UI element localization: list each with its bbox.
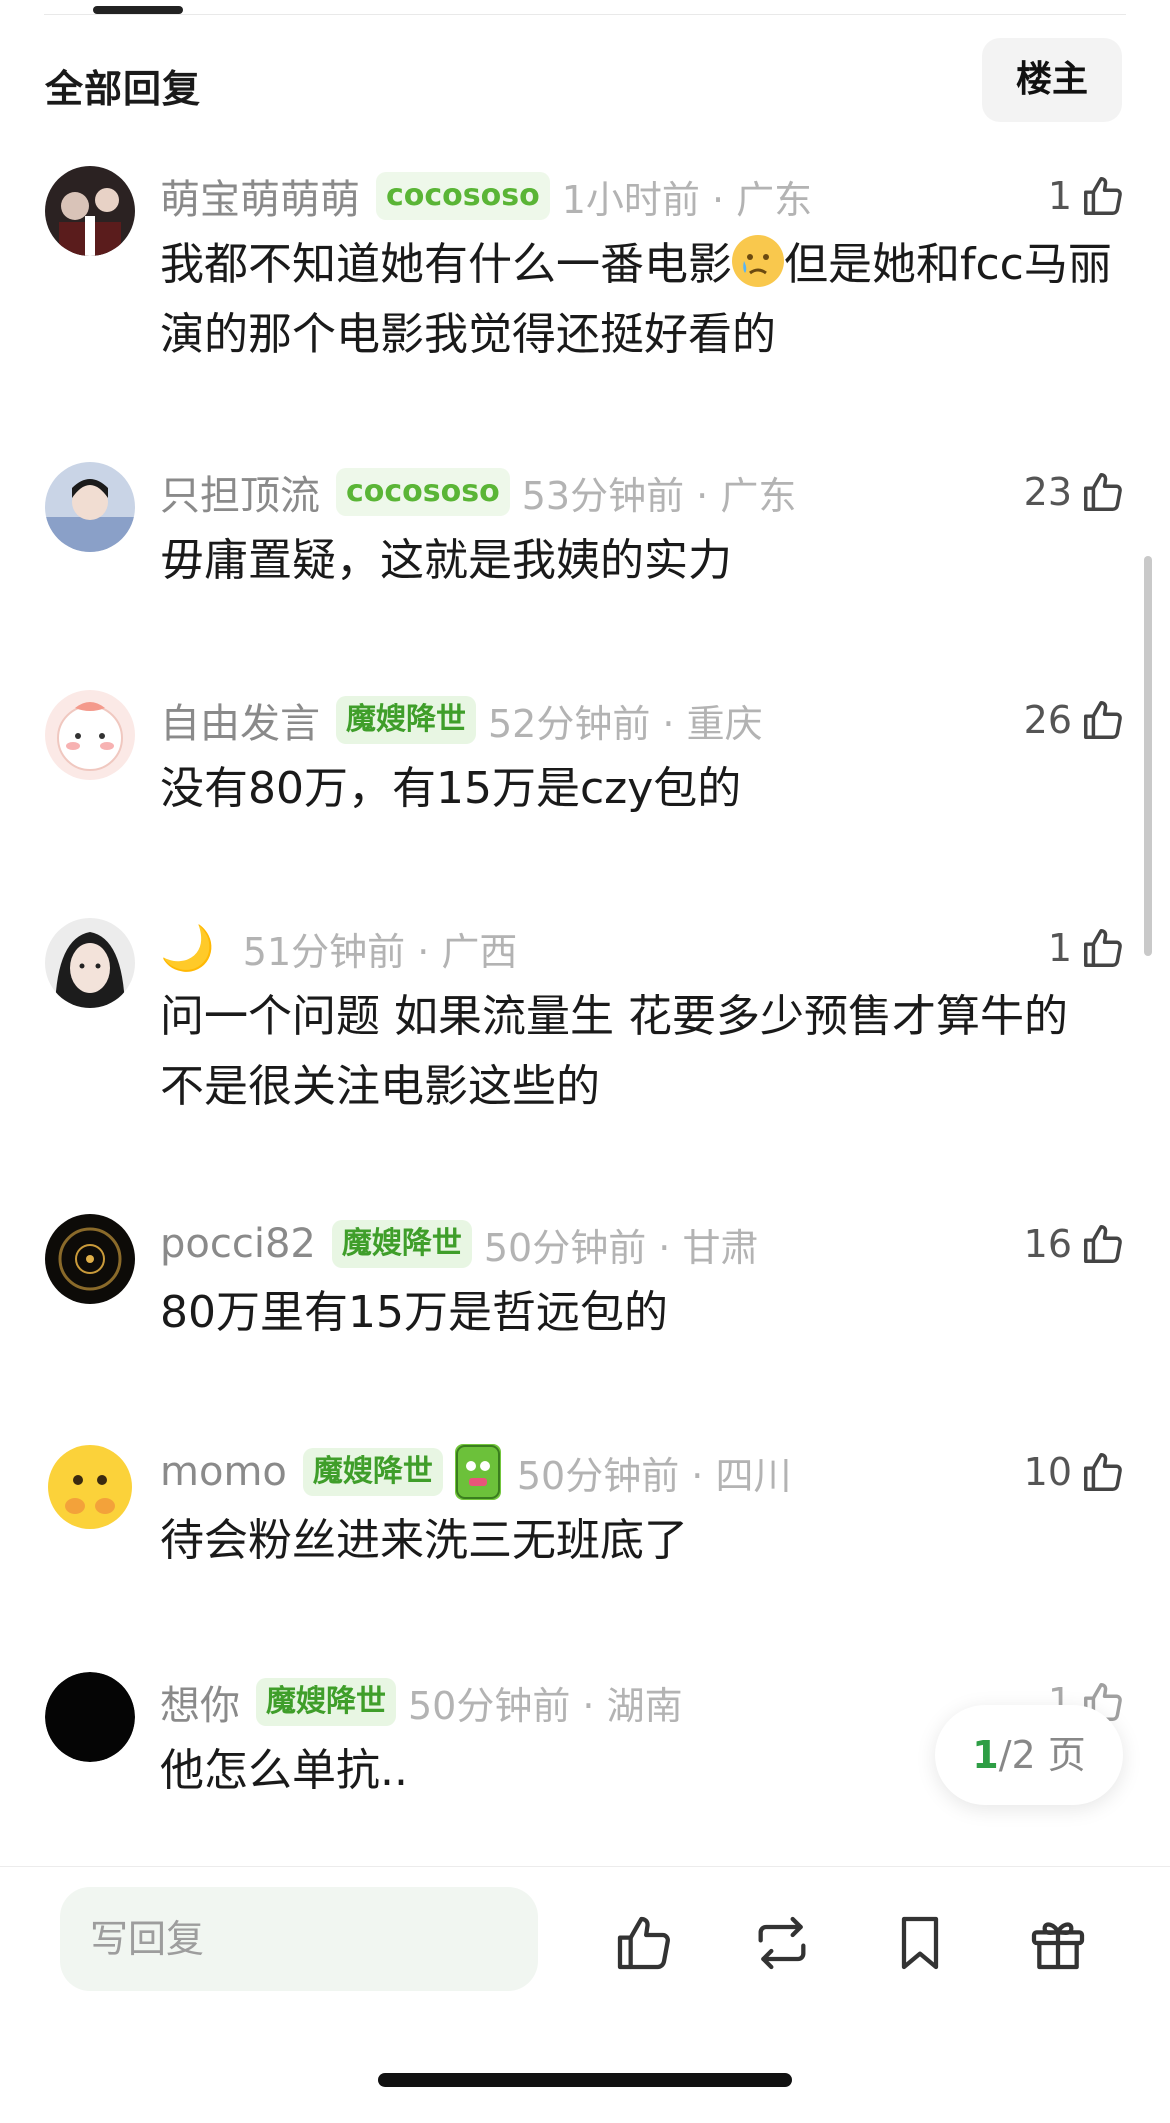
like-count: 26 [1023, 698, 1072, 742]
like-control[interactable]: 16 [1024, 1214, 1126, 1274]
bookmark-icon [901, 1916, 939, 1970]
comment-text: 毋庸置疑，这就是我姨的实力 [160, 535, 732, 586]
reply-input[interactable]: 写回复 [60, 1887, 538, 1991]
total-pages: /2 页 [998, 1733, 1086, 1777]
comment-text: 问一个问题 如果流量生 花要多少预售才算牛的 不是很关注电影这些的 [160, 991, 1068, 1112]
thumbs-up-icon [1084, 701, 1122, 739]
sticker-icon [454, 1444, 501, 1500]
fan-badge[interactable]: 魔嫂降世 [336, 696, 476, 744]
author-only-button[interactable]: 楼主 [982, 38, 1122, 122]
page-indicator[interactable]: 1/2 页 [935, 1705, 1123, 1805]
like-control[interactable]: 1 [1048, 918, 1126, 978]
avatar[interactable] [45, 166, 135, 256]
divider [44, 14, 1126, 15]
fan-badge[interactable]: 魔嫂降世 [302, 1448, 443, 1496]
fan-badge[interactable]: 魔嫂降世 [331, 1220, 472, 1268]
page-title: 全部回复 [45, 67, 202, 111]
timestamp-location: 50分钟前 · 四川 [516, 1453, 792, 1498]
like-count: 1 [1047, 174, 1072, 218]
tab-indicator [93, 6, 183, 14]
timestamp-location: 50分钟前 · 甘肃 [483, 1225, 759, 1270]
comment-meta: 🌙 51分钟前 · 广西 [160, 918, 517, 978]
thumbs-up-icon [1084, 177, 1122, 215]
like-button[interactable] [612, 1911, 676, 1975]
comment-text: 没有80万，有15万是czy包的 [160, 763, 742, 814]
like-control[interactable]: 26 [1024, 690, 1126, 750]
comment-meta: 只担顶流 cocososo 53分钟前 · 广东 [160, 462, 796, 522]
replies-header: 全部回复 楼主 [0, 36, 1170, 126]
thumbs-up-icon [1084, 929, 1122, 967]
repost-button[interactable] [750, 1911, 814, 1975]
timestamp-location: 53分钟前 · 广东 [521, 473, 797, 518]
avatar[interactable] [45, 690, 135, 780]
timestamp-location: 1小时前 · 广东 [561, 177, 813, 222]
comment-text: 待会粉丝进来洗三无班底了 [160, 1515, 688, 1566]
fan-badge[interactable]: cocososo [336, 468, 510, 516]
username[interactable]: 萌宝萌萌萌 [160, 167, 360, 225]
cry-face-emoji [732, 235, 784, 287]
avatar[interactable] [45, 1442, 135, 1532]
thumbs-up-icon [1084, 1453, 1122, 1491]
like-count: 1 [1047, 926, 1072, 970]
comment-meta: 想你 魔嫂降世 50分钟前 · 湖南 [160, 1672, 683, 1732]
fan-badge[interactable]: 魔嫂降世 [256, 1678, 396, 1726]
moon-icon[interactable]: 🌙 [160, 922, 215, 974]
comment-text: 我都不知道她有什么一番电影 但是她和fcc马丽演的那个电影我觉得还挺好看的 [160, 230, 1120, 370]
current-page: 1 [972, 1733, 999, 1777]
like-control[interactable]: 1 [1048, 166, 1126, 226]
home-indicator [378, 2073, 792, 2087]
comment-text-part: 我都不知道她有什么一番电影 [160, 239, 732, 290]
comment-meta: momo 魔嫂降世 50分钟前 · 四川 [160, 1442, 791, 1502]
username[interactable]: 只担顶流 [160, 463, 320, 521]
avatar[interactable] [45, 918, 135, 1008]
comment-meta: 萌宝萌萌萌 cocososo 1小时前 · 广东 [160, 166, 812, 226]
username[interactable]: momo [160, 1449, 287, 1495]
repost-icon [758, 1916, 806, 1970]
fan-badge[interactable]: cocososo [376, 172, 550, 220]
like-control[interactable]: 10 [1024, 1442, 1126, 1502]
gift-button[interactable] [1026, 1911, 1090, 1975]
bottom-action-bar: 写回复 [0, 1866, 1170, 2123]
avatar[interactable] [45, 462, 135, 552]
like-count: 23 [1023, 470, 1072, 514]
username[interactable]: 自由发言 [160, 691, 320, 749]
like-control[interactable]: 23 [1024, 462, 1126, 522]
comment-meta: 自由发言 魔嫂降世 52分钟前 · 重庆 [160, 690, 763, 750]
timestamp-location: 52分钟前 · 重庆 [488, 701, 763, 746]
thumbs-up-icon [1084, 473, 1122, 511]
username[interactable]: pocci82 [160, 1221, 316, 1267]
username[interactable]: 想你 [160, 1673, 240, 1731]
like-count: 10 [1023, 1450, 1072, 1494]
avatar[interactable] [45, 1672, 135, 1762]
timestamp-location: 51分钟前 · 广西 [242, 929, 518, 974]
bookmark-button[interactable] [888, 1911, 952, 1975]
thumbs-up-icon [1084, 1225, 1122, 1263]
scrollbar[interactable] [1144, 556, 1152, 956]
avatar[interactable] [45, 1214, 135, 1304]
timestamp-location: 50分钟前 · 湖南 [408, 1683, 683, 1728]
comment-text: 80万里有15万是哲远包的 [160, 1287, 668, 1338]
like-count: 16 [1023, 1222, 1072, 1266]
comment-meta: pocci82 魔嫂降世 50分钟前 · 甘肃 [160, 1214, 758, 1274]
gift-icon [1031, 1922, 1085, 1970]
like-icon [617, 1916, 670, 1970]
